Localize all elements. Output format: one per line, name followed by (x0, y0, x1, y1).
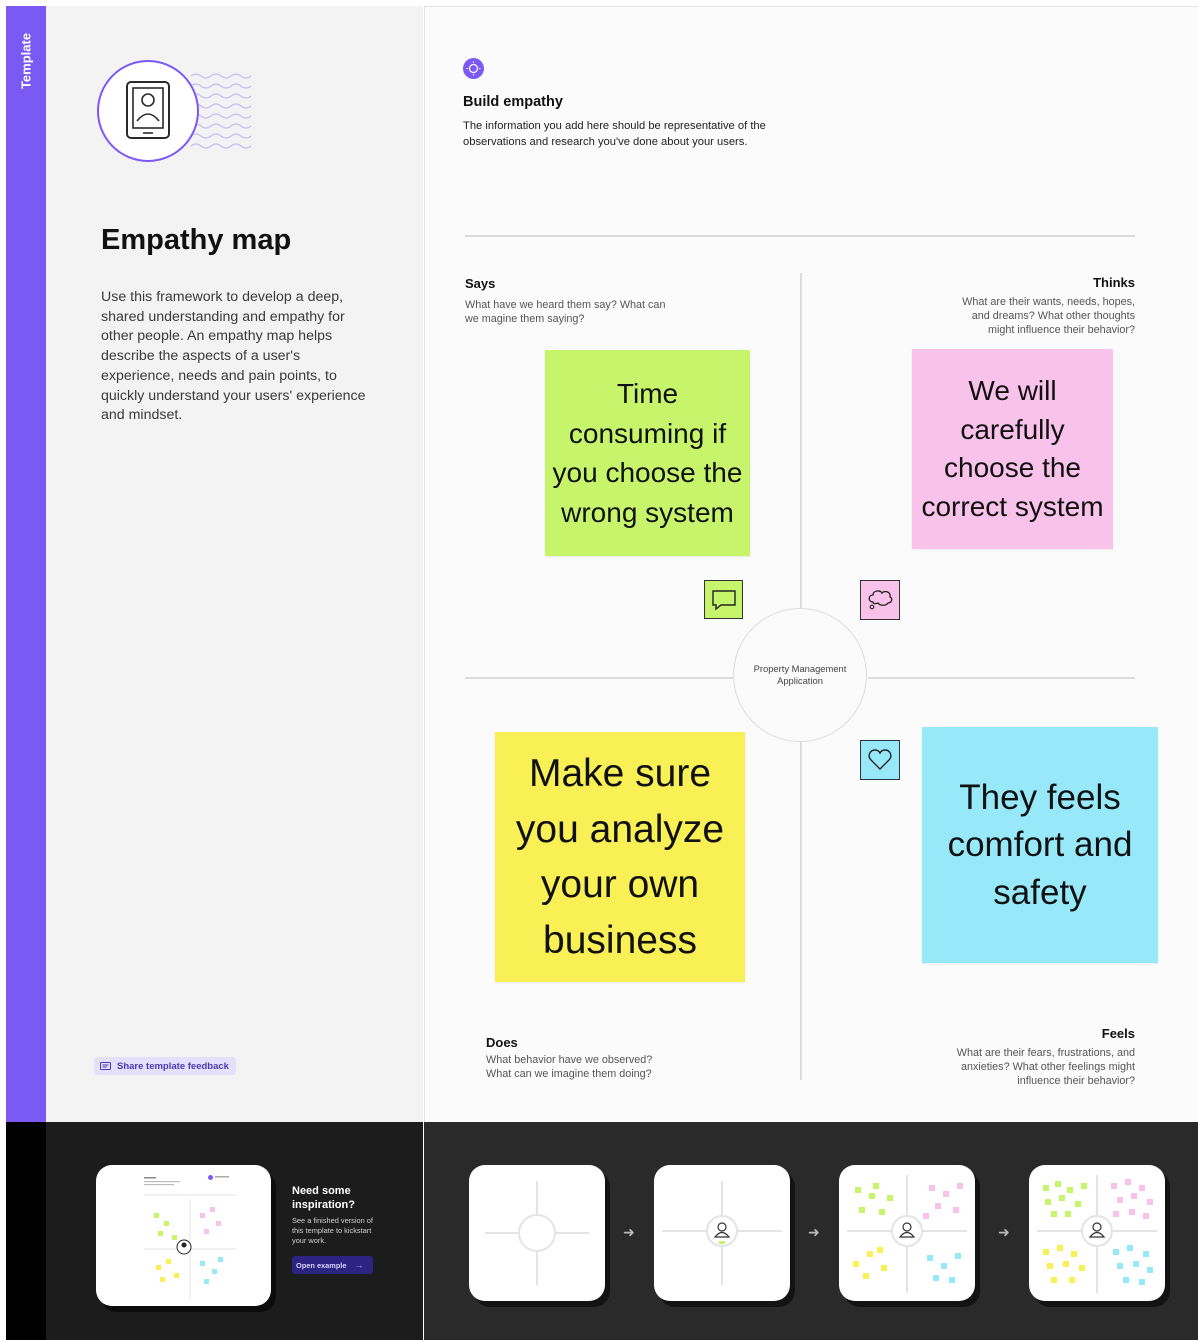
horizontal-divider-left (465, 677, 733, 679)
thinks-title: Thinks (1093, 275, 1135, 290)
chat-icon (704, 580, 743, 619)
thinks-description: What are their wants, needs, hopes, and … (962, 296, 1135, 336)
does-description: What behavior have we observed? What can… (486, 1054, 653, 1080)
says-title: Says (465, 276, 496, 291)
step-arrow-1: ➜ (623, 1224, 635, 1240)
template-sidebar-strip (6, 6, 46, 1122)
heart-icon (860, 740, 900, 780)
example-thumbnail-preview (144, 1175, 236, 1300)
open-example-button[interactable]: Open example → (292, 1256, 373, 1274)
partial-notes-preview (847, 1175, 967, 1293)
thought-bubble-icon (860, 580, 900, 620)
step-card-empty-board[interactable] (469, 1165, 605, 1301)
persona-board-preview (662, 1181, 782, 1285)
says-sticky-note[interactable]: Time consuming if you choose the wrong s… (545, 350, 750, 556)
step-card-some-notes[interactable] (839, 1165, 975, 1301)
build-empathy-icon (463, 58, 484, 79)
empty-board-preview (485, 1181, 589, 1285)
step-card-full-board[interactable] (1029, 1165, 1165, 1301)
feels-description: What are their fears, frustrations, and … (956, 1047, 1135, 1087)
does-title: Does (486, 1035, 518, 1050)
inspiration-title: Need some inspiration? (292, 1185, 355, 1211)
template-description: Use this framework to develop a deep, sh… (101, 289, 366, 424)
says-description: What have we heard them say? What can we… (465, 299, 666, 325)
full-notes-preview (1037, 1175, 1157, 1293)
persona-center-circle[interactable]: Property Management Application (733, 608, 867, 742)
feels-sticky-note[interactable]: They feels comfort and safety (922, 727, 1158, 963)
vertical-divider-bottom (800, 742, 802, 1080)
inspiration-description: See a finished version of this template … (292, 1216, 373, 1245)
does-sticky-note[interactable]: Make sure you analyze your own business (495, 732, 745, 982)
step-card-persona[interactable] (654, 1165, 790, 1301)
build-empathy-title: Build empathy (463, 94, 563, 110)
tablet-user-icon (97, 60, 252, 162)
share-feedback-button[interactable]: Share template feedback (94, 1057, 236, 1075)
step-arrow-2: ➜ (808, 1224, 820, 1240)
horizontal-divider-right (868, 677, 1135, 679)
step-arrow-3: ➜ (998, 1224, 1010, 1240)
feels-title: Feels (1101, 1026, 1135, 1041)
feedback-icon (100, 1061, 111, 1070)
template-tab[interactable]: Template (6, 6, 46, 116)
template-title: Empathy map (101, 224, 292, 256)
template-info-panel (46, 6, 423, 1122)
bottom-strip (6, 1122, 46, 1340)
arrow-right-icon: → (354, 1260, 364, 1270)
header-divider (465, 235, 1135, 237)
board-top-border (424, 6, 1198, 7)
thinks-sticky-note[interactable]: We will carefully choose the correct sys… (912, 349, 1113, 549)
build-empathy-description: The information you add here should be r… (463, 120, 766, 148)
vertical-divider-top (800, 273, 802, 608)
example-thumbnail[interactable] (96, 1165, 271, 1306)
persona-label: Property Management Application (753, 663, 847, 686)
